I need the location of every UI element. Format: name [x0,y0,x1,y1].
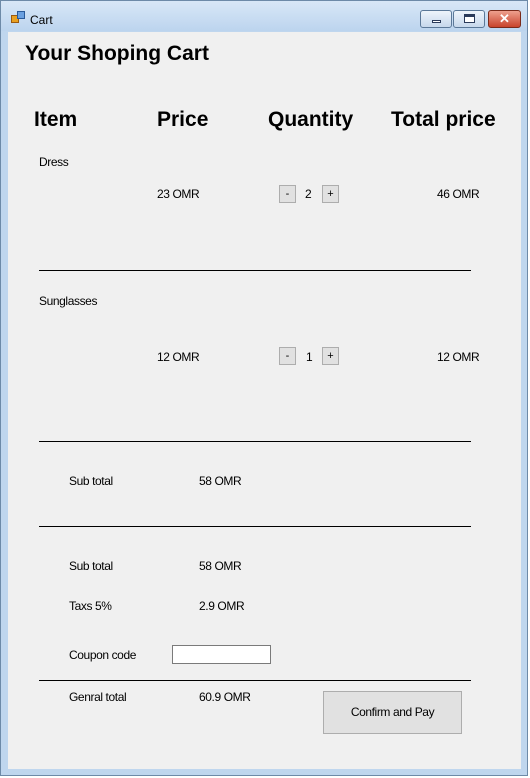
cart-window: Cart ✕ Your Shoping Cart Item Price Quan… [0,0,528,776]
column-header-item: Item [34,108,78,131]
tax-label: Taxs 5% [69,599,112,613]
subtotal-value: 58 OMR [199,559,242,573]
tax-value: 2.9 OMR [199,599,245,613]
coupon-code-input[interactable] [172,645,271,664]
subtotal-label: Sub total [69,474,113,488]
item-name: Dress [39,155,69,169]
divider [39,270,471,271]
close-icon: ✕ [499,11,510,26]
column-header-quantity: Quantity [268,108,354,131]
item-total-price: 12 OMR [437,350,480,364]
increase-quantity-button[interactable]: + [322,347,339,365]
window-title: Cart [30,13,53,27]
title-bar[interactable]: Cart ✕ [1,1,527,31]
divider [39,680,471,681]
subtotal-value: 58 OMR [199,474,242,488]
increase-quantity-button[interactable]: + [322,185,339,203]
column-header-price: Price [157,108,209,131]
minimize-button[interactable] [420,10,452,28]
form-client-area: Your Shoping Cart Item Price Quantity To… [8,32,521,769]
item-total-price: 46 OMR [437,187,480,201]
general-total-value: 60.9 OMR [199,690,251,704]
app-icon[interactable] [11,11,25,23]
minimize-icon [432,20,441,23]
item-name: Sunglasses [39,294,98,308]
item-quantity: 1 [306,350,313,364]
confirm-and-pay-button[interactable]: Confirm and Pay [323,691,462,734]
item-price: 23 OMR [157,187,200,201]
decrease-quantity-button[interactable]: - [279,347,296,365]
column-header-total-price: Total price [391,108,496,131]
item-price: 12 OMR [157,350,200,364]
close-button[interactable]: ✕ [488,10,521,28]
page-title: Your Shoping Cart [25,42,209,65]
subtotal-label: Sub total [69,559,113,573]
coupon-label: Coupon code [69,648,136,662]
divider [39,441,471,442]
general-total-label: Genral total [69,690,127,704]
maximize-icon [464,14,475,23]
decrease-quantity-button[interactable]: - [279,185,296,203]
divider [39,526,471,527]
maximize-button[interactable] [453,10,485,28]
item-quantity: 2 [305,187,312,201]
